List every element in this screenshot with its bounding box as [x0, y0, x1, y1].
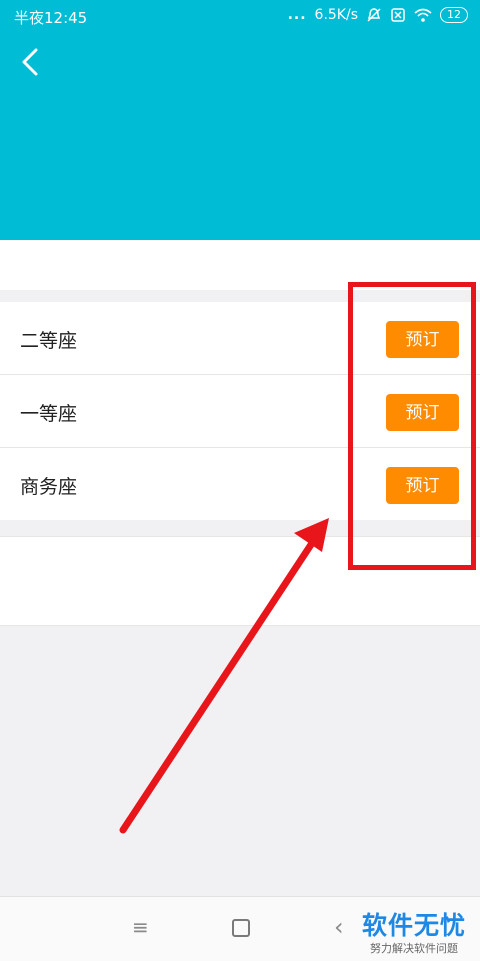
- battery-icon: 12: [440, 7, 468, 23]
- status-time: 半夜12:45: [14, 9, 88, 27]
- wifi-icon: [414, 8, 432, 22]
- network-speed: 6.5K/s: [314, 7, 358, 23]
- mute-icon: [367, 8, 381, 22]
- sim-x-icon: [391, 8, 405, 22]
- seat-name: 商务座: [20, 476, 78, 498]
- watermark-subtitle: 努力解决软件问题: [369, 942, 458, 955]
- header-banner: [0, 0, 480, 240]
- seat-name: 二等座: [20, 330, 78, 352]
- chevron-left-icon[interactable]: [14, 44, 50, 80]
- watermark-title: 软件无忧: [361, 911, 466, 940]
- status-right: ... 6.5K/s 12: [288, 7, 468, 23]
- home-icon[interactable]: [232, 919, 250, 937]
- watermark-logo: 软件无忧 努力解决软件问题: [362, 906, 466, 956]
- more-dots: ...: [287, 7, 307, 23]
- status-bar: 半夜12:45 ... 6.5K/s 12: [0, 0, 480, 34]
- back-icon[interactable]: ‹: [334, 913, 344, 941]
- annotation-highlight-box: [348, 282, 476, 570]
- seat-name: 一等座: [20, 403, 78, 425]
- menu-icon[interactable]: ≡: [132, 915, 149, 939]
